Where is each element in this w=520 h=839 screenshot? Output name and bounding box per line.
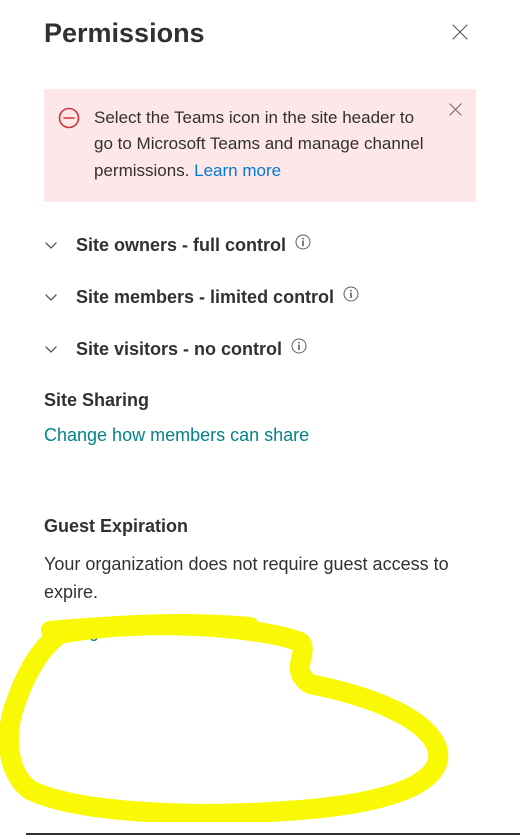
close-icon[interactable] [444,20,476,48]
alert-learn-more-link[interactable]: Learn more [194,161,281,180]
error-circle-icon [58,107,80,129]
group-site-members[interactable]: Site members - limited control [44,286,476,308]
group-site-owners[interactable]: Site owners - full control [44,234,476,256]
bottom-divider [26,833,520,835]
guest-expiration-heading: Guest Expiration [44,516,476,537]
guest-expiration-section: Guest Expiration Your organization does … [44,516,476,642]
chevron-down-icon [44,238,58,252]
change-sharing-link[interactable]: Change how members can share [44,425,309,446]
guest-expiration-manage-link[interactable]: Manage [44,621,109,642]
group-label: Site owners - full control [76,235,286,255]
alert-dismiss-icon[interactable] [449,103,462,120]
group-label: Site visitors - no control [76,339,282,359]
highlight-annotation [0,612,450,822]
info-icon[interactable] [295,234,311,250]
info-icon[interactable] [291,338,307,354]
group-site-visitors[interactable]: Site visitors - no control [44,338,476,360]
info-icon[interactable] [343,286,359,302]
teams-alert: Select the Teams icon in the site header… [44,89,476,202]
group-label: Site members - limited control [76,287,334,307]
panel-title: Permissions [44,18,205,49]
alert-text: Select the Teams icon in the site header… [94,105,462,184]
chevron-down-icon [44,290,58,304]
site-sharing-section: Site Sharing Change how members can shar… [44,390,476,446]
chevron-down-icon [44,342,58,356]
guest-expiration-body: Your organization does not require guest… [44,551,476,607]
site-sharing-heading: Site Sharing [44,390,476,411]
